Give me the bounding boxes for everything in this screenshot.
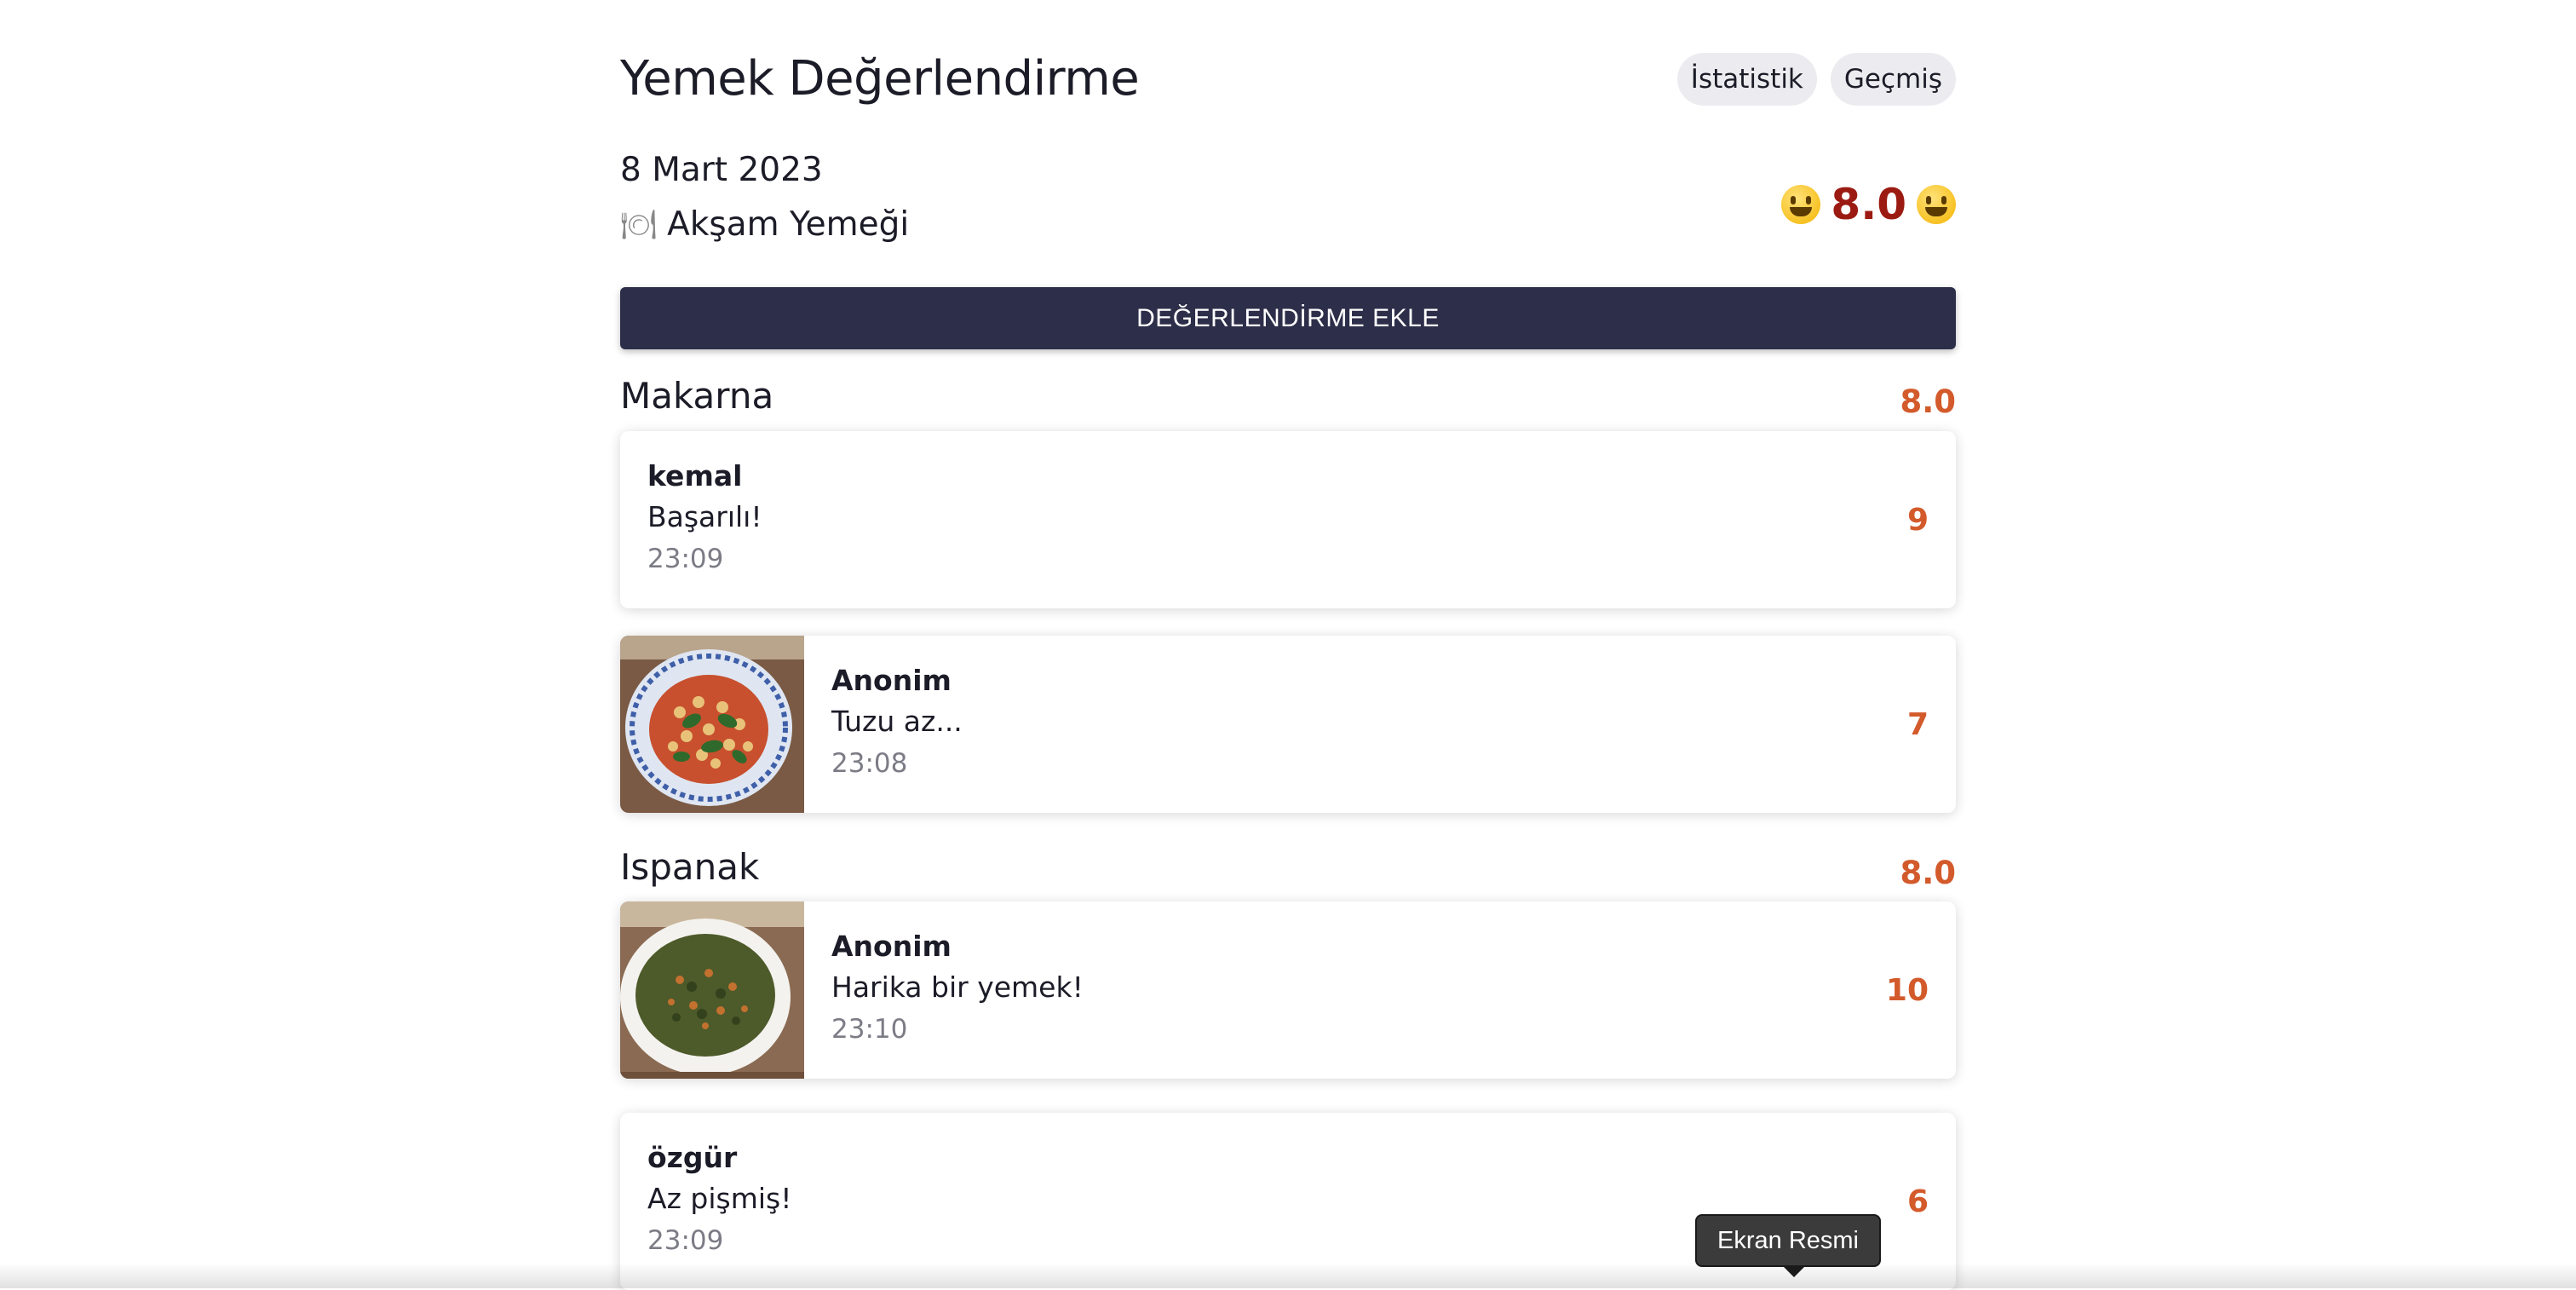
review-content: Anonim Tuzu az... 23:08 — [831, 661, 963, 784]
overall-score: 8.0 — [1831, 180, 1906, 229]
review-time: 23:08 — [831, 748, 908, 779]
page-header: Yemek Değerlendirme İstatistik Geçmiş — [620, 49, 1956, 109]
meal-name: Akşam Yemeği — [667, 205, 910, 244]
fork-knife-plate-icon: 🍽 — [620, 208, 658, 242]
meal-date: 8 Mart 2023 — [620, 151, 823, 189]
section-score: 8.0 — [1900, 855, 1956, 891]
grinning-face-icon — [1781, 185, 1821, 224]
top-nav: İstatistik Geçmiş — [1676, 53, 1956, 106]
section-name: Makarna — [620, 375, 774, 417]
meal-title: 🍽 Akşam Yemeği — [620, 203, 909, 247]
review-card[interactable]: kemal Başarılı! 23:09 9 — [620, 431, 1956, 608]
add-rating-button[interactable]: DEĞERLENDİRME EKLE — [620, 287, 1956, 349]
pasta-photo[interactable] — [620, 636, 804, 813]
review-user: kemal — [647, 459, 743, 492]
section-score: 8.0 — [1900, 383, 1956, 420]
screenshot-tooltip: Ekran Resmi — [1695, 1214, 1881, 1277]
review-score: 10 — [1885, 973, 1929, 1008]
review-time: 23:09 — [647, 544, 724, 574]
review-time: 23:10 — [831, 1014, 908, 1045]
spinach-photo[interactable] — [620, 901, 804, 1079]
review-user: özgür — [647, 1141, 738, 1174]
page-title: Yemek Değerlendirme — [620, 51, 1140, 107]
review-content: kemal Başarılı! 23:09 — [647, 457, 762, 579]
pasta-photo-image — [620, 636, 804, 813]
review-score: 7 — [1906, 707, 1929, 742]
section-name: Ispanak — [620, 846, 760, 888]
review-comment: Tuzu az... — [831, 705, 963, 738]
review-comment: Az pişmiş! — [647, 1182, 792, 1215]
review-time: 23:09 — [647, 1225, 724, 1256]
review-comment: Başarılı! — [647, 500, 762, 533]
section-header-ispanak: Ispanak 8.0 — [620, 844, 1956, 891]
spinach-photo-image — [620, 901, 804, 1079]
review-card[interactable]: Anonim Tuzu az... 23:08 7 — [620, 636, 1956, 813]
grinning-face-icon — [1917, 185, 1956, 224]
review-user: Anonim — [831, 930, 952, 963]
review-content: Anonim Harika bir yemek! 23:10 — [831, 927, 1084, 1050]
history-button[interactable]: Geçmiş — [1830, 53, 1956, 106]
review-score: 9 — [1906, 503, 1929, 538]
review-user: Anonim — [831, 664, 952, 697]
review-score: 6 — [1906, 1184, 1929, 1219]
review-comment: Harika bir yemek! — [831, 970, 1084, 1004]
statistics-button[interactable]: İstatistik — [1676, 53, 1817, 106]
overall-rating: 8.0 — [1781, 177, 1956, 232]
section-header-makarna: Makarna 8.0 — [620, 372, 1956, 420]
review-card[interactable]: Anonim Harika bir yemek! 23:10 10 — [620, 901, 1956, 1079]
review-content: özgür Az pişmiş! 23:09 — [647, 1138, 791, 1261]
